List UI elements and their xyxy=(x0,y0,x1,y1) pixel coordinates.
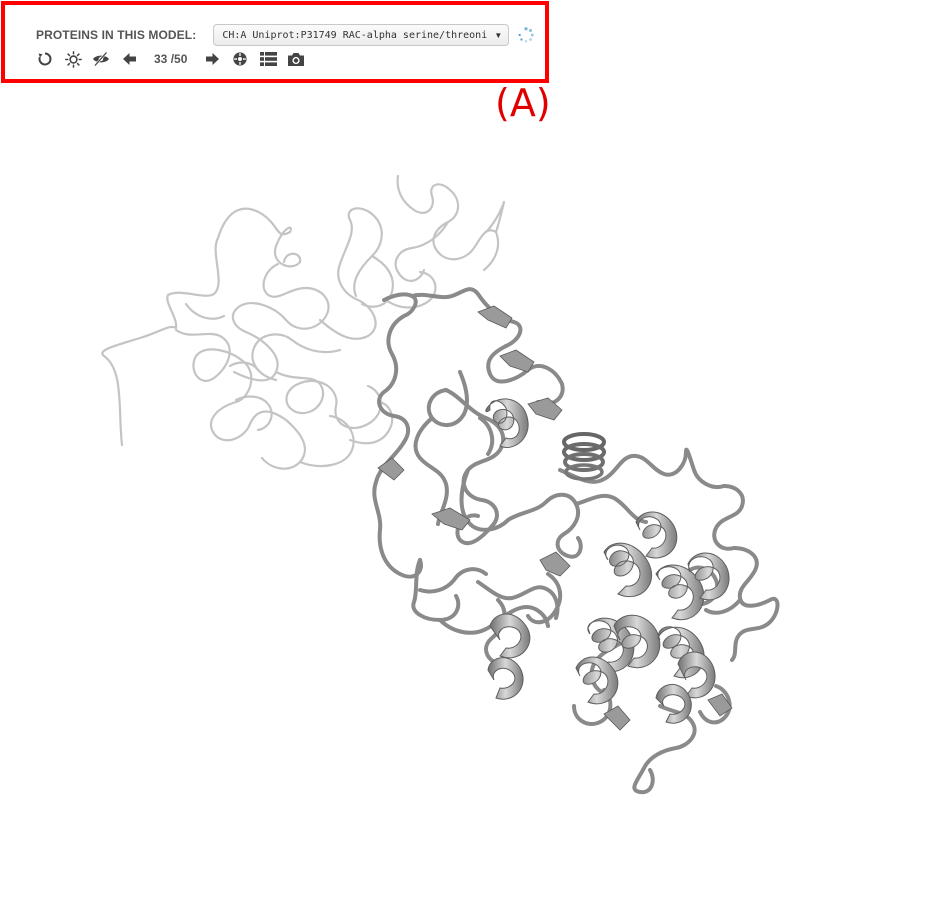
model-total: /50 xyxy=(170,52,188,66)
center-icon xyxy=(233,52,247,66)
model-current: 33 xyxy=(154,52,168,66)
list-view-button[interactable] xyxy=(259,50,277,68)
lighting-icon xyxy=(64,50,82,68)
ribbon-helices xyxy=(485,398,730,724)
protein-row: PROTEINS IN THIS MODEL: CH:A Uniprot:P31… xyxy=(36,22,536,48)
previous-model-button[interactable] xyxy=(120,50,138,68)
loading-spinner-icon xyxy=(518,27,535,43)
proteins-label: PROTEINS IN THIS MODEL: xyxy=(36,28,197,42)
screenshot-button[interactable] xyxy=(287,50,305,68)
protein-structure-viewer[interactable] xyxy=(0,120,949,914)
hide-icon xyxy=(93,51,109,67)
protein-select[interactable]: CH:A Uniprot:P31749 RAC-alpha serine/thr… xyxy=(213,24,510,46)
model-counter: 33 /50 xyxy=(154,52,187,66)
center-button[interactable] xyxy=(231,50,249,68)
protein-select-value: CH:A Uniprot:P31749 RAC-alpha serine/thr… xyxy=(222,29,488,41)
next-model-button[interactable] xyxy=(203,50,221,68)
previous-model-icon xyxy=(122,53,136,65)
reset-view-button[interactable] xyxy=(36,50,54,68)
ribbon-coils xyxy=(372,287,780,795)
hide-button[interactable] xyxy=(92,50,110,68)
reset-view-icon xyxy=(38,52,52,66)
model-controls: 33 /50 xyxy=(36,48,536,70)
camera-icon xyxy=(288,52,305,66)
next-model-icon xyxy=(205,53,219,65)
page: (A) PROTEINS IN THIS MODEL: CH:A Uniprot… xyxy=(0,0,949,914)
list-view-icon xyxy=(259,52,277,66)
annotation-label: (A) xyxy=(495,81,551,125)
chevron-down-icon: ▼ xyxy=(494,30,503,40)
viewer-toolbar: PROTEINS IN THIS MODEL: CH:A Uniprot:P31… xyxy=(36,22,536,70)
lighting-button[interactable] xyxy=(64,50,82,68)
